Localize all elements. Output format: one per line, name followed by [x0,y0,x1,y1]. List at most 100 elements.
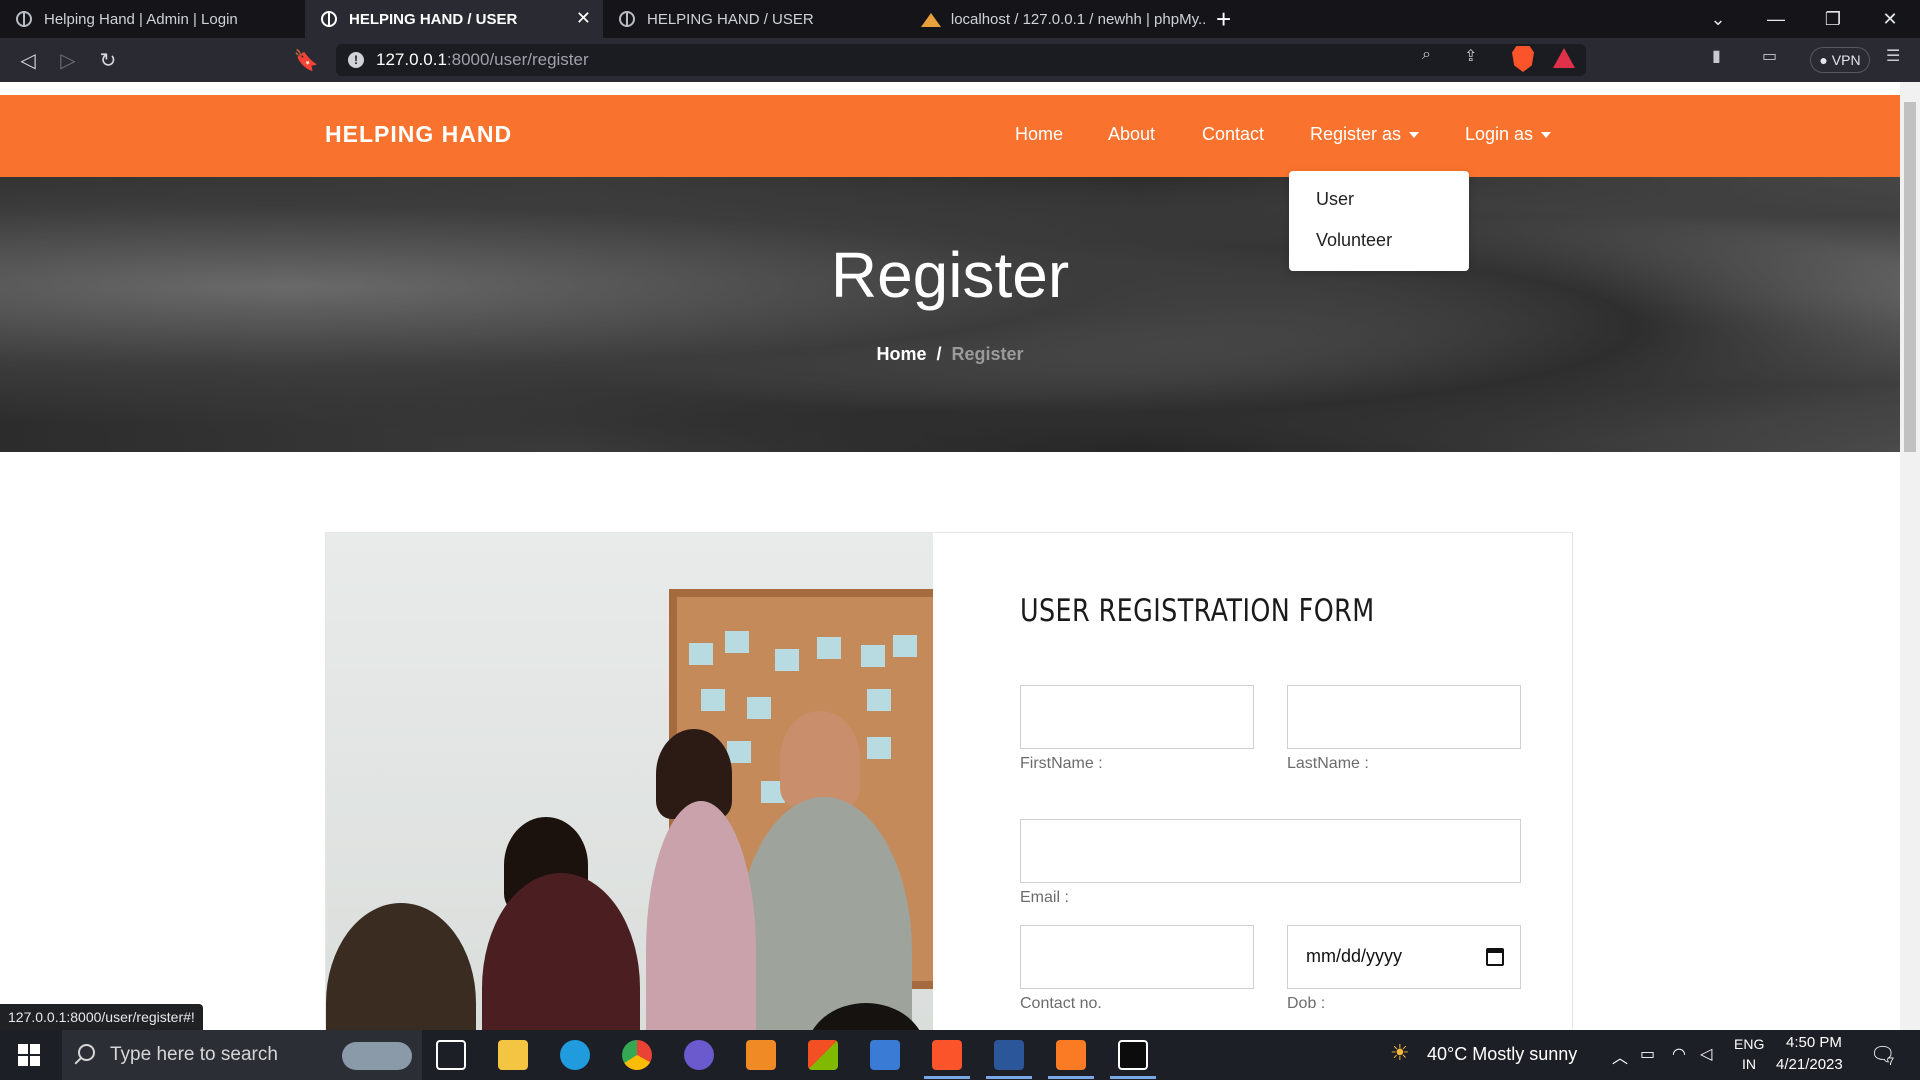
lastname-field[interactable] [1287,685,1521,749]
show-hidden-icons[interactable]: ︿ [1612,1044,1628,1068]
word-icon[interactable] [994,1040,1024,1070]
weather-icon[interactable]: ☀ [1390,1040,1410,1066]
lastname-input[interactable] [1288,686,1520,748]
reload-icon[interactable]: ↻ [94,46,122,74]
search-app-icon[interactable] [870,1040,900,1070]
contact-label: Contact no. [1020,995,1102,1012]
site-brand[interactable]: HELPING HAND [325,121,512,148]
infinity-app-icon[interactable] [684,1040,714,1070]
nav-contact[interactable]: Contact [1202,124,1264,145]
dob-placeholder: mm/dd/yyyy [1306,946,1403,966]
url-text[interactable]: 127.0.0.1:8000/user/register [376,50,589,70]
close-window-button[interactable]: ✕ [1862,0,1918,38]
firstname-label: FirstName : [1020,755,1103,772]
edge-icon[interactable] [560,1040,590,1070]
nav-home[interactable]: Home [1015,124,1063,145]
active-app-indicator [986,1076,1032,1079]
form-title: USER REGISTRATION FORM [1020,593,1375,629]
file-explorer-icon[interactable] [498,1040,528,1070]
windows-taskbar: Type here to search ☀ 40°C Mostly sunny … [0,1030,1920,1080]
chrome-icon[interactable] [622,1040,652,1070]
person-head [780,711,860,807]
wallet-icon[interactable]: ▭ [1762,46,1777,66]
breadcrumb-home[interactable]: Home [876,344,926,364]
caret-down-icon [1409,132,1420,139]
tab-admin-login[interactable]: Helping Hand | Admin | Login [0,0,305,38]
calendar-icon[interactable] [1486,948,1504,966]
email-label: Email : [1020,889,1069,906]
wifi-icon[interactable]: ◠ [1672,1044,1686,1064]
caret-down-icon [1541,132,1552,139]
tab-title: HELPING HAND / USER [647,10,814,28]
sidebar-icon[interactable]: ▮ [1712,46,1721,66]
dob-field[interactable]: mm/dd/yyyy [1287,925,1521,989]
brave-taskbar-icon[interactable] [932,1040,962,1070]
clock-time[interactable]: 4:50 PM [1786,1034,1842,1051]
active-app-indicator [1110,1076,1156,1079]
volume-icon[interactable]: ◁ [1700,1044,1712,1064]
sublime-text-icon[interactable] [746,1040,776,1070]
globe-icon [619,11,635,27]
terminal-icon[interactable] [1118,1040,1148,1070]
zoom-icon[interactable]: ⌕ [1422,46,1431,64]
globe-icon [16,11,32,27]
vpn-button[interactable]: ● VPN [1810,47,1870,73]
weather-text[interactable]: 40°C Mostly sunny [1427,1044,1577,1065]
phpmyadmin-icon [921,11,941,27]
restore-button[interactable]: ❐ [1805,0,1861,38]
minimize-button[interactable]: — [1748,0,1804,38]
region-indicator[interactable]: IN [1742,1056,1756,1072]
back-icon[interactable]: ◁ [14,46,42,74]
breadcrumb-current: Register [951,344,1024,364]
tab-search-chevron-icon[interactable]: ⌄ [1690,0,1746,38]
new-tab-button[interactable]: + [1216,4,1231,35]
tab-title: HELPING HAND / USER [349,10,518,28]
lastname-label: LastName : [1287,755,1369,772]
close-tab-icon[interactable]: ✕ [576,8,591,29]
page-viewport: HELPING HAND Home About Contact Register… [0,82,1900,1030]
nav-login-as[interactable]: Login as [1465,124,1552,145]
share-icon[interactable]: ⇪ [1464,46,1477,66]
dob-label: Dob : [1287,995,1326,1012]
dropdown-item-volunteer[interactable]: Volunteer [1316,230,1392,251]
page-scrollbar[interactable] [1900,82,1920,1030]
clock-date[interactable]: 4/21/2023 [1776,1056,1843,1073]
tab-user[interactable]: HELPING HAND / USER [603,0,903,38]
windows-start-icon[interactable] [18,1044,40,1066]
contact-input[interactable] [1021,926,1253,988]
menu-icon[interactable]: ☰ [1886,46,1900,66]
forward-icon[interactable]: ▷ [54,46,82,74]
active-app-indicator [924,1076,970,1079]
email-input[interactable] [1021,820,1520,882]
site-info-icon[interactable]: ! [348,52,364,68]
dropdown-item-user[interactable]: User [1316,189,1354,210]
nav-login-label: Login as [1465,124,1534,144]
task-view-icon[interactable] [436,1040,466,1070]
tab-title: localhost / 127.0.0.1 / newhh | phpMy... [950,10,1205,28]
firstname-input[interactable] [1021,686,1253,748]
scrollbar-thumb[interactable] [1904,102,1916,452]
email-field[interactable] [1020,819,1521,883]
url-bar[interactable]: ! 127.0.0.1:8000/user/register [336,44,1586,76]
language-indicator[interactable]: ENG [1734,1036,1764,1052]
bookmark-icon[interactable]: 🔖 [292,46,320,74]
brave-rewards-icon[interactable] [1553,48,1575,68]
status-url-tooltip: 127.0.0.1:8000/user/register#! [0,1004,203,1030]
globe-icon [321,11,337,27]
battery-icon[interactable]: ▭ [1640,1044,1655,1064]
xampp-icon[interactable] [1056,1040,1086,1070]
registration-form: USER REGISTRATION FORM FirstName : LastN… [933,533,1573,1030]
person-head [326,903,476,1030]
taskbar-search-box[interactable]: Type here to search [62,1030,422,1080]
active-app-indicator [1048,1076,1094,1079]
register-dropdown-menu: User Volunteer [1289,171,1469,271]
microsoft-store-icon[interactable] [808,1040,838,1070]
nav-register-as[interactable]: Register as [1310,124,1420,145]
contact-field[interactable] [1020,925,1254,989]
firstname-field[interactable] [1020,685,1254,749]
nav-about[interactable]: About [1108,124,1155,145]
taskbar-search-placeholder: Type here to search [110,1044,278,1065]
tab-user-register[interactable]: HELPING HAND / USER ✕ [305,0,603,38]
tab-title: Helping Hand | Admin | Login [44,10,238,28]
tab-phpmyadmin[interactable]: localhost / 127.0.0.1 / newhh | phpMy... [905,0,1205,38]
